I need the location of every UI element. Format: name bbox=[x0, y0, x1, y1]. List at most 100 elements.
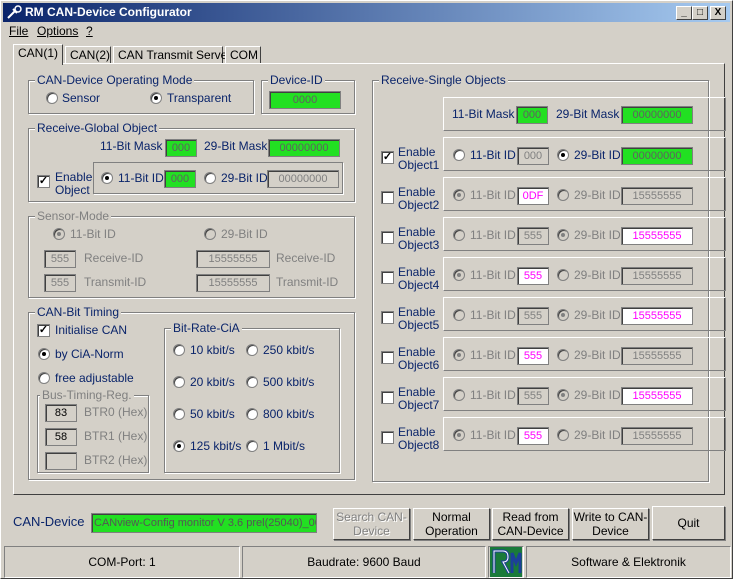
object-id11-radio[interactable] bbox=[453, 389, 465, 401]
write-to-device-button[interactable]: Write to CAN-Device bbox=[572, 508, 649, 540]
tab-com[interactable]: COM bbox=[225, 46, 261, 64]
quit-button[interactable]: Quit bbox=[652, 506, 725, 540]
bitrate-125-radio[interactable] bbox=[173, 440, 185, 452]
read-from-device-button[interactable]: Read from CAN-Device bbox=[492, 508, 569, 540]
object-id29-field[interactable]: 15555555 bbox=[621, 387, 693, 405]
object-id11-field[interactable]: 555 bbox=[517, 427, 549, 445]
sensor-mode-title: Sensor-Mode bbox=[35, 209, 112, 223]
bitrate-250-label: 250 kbit/s bbox=[263, 343, 315, 357]
global-mask11-field[interactable]: 000 bbox=[165, 139, 197, 157]
sensor-radio[interactable] bbox=[46, 92, 58, 104]
enable-object-checkbox[interactable] bbox=[381, 271, 394, 284]
object-id29-label: 29-Bit ID bbox=[574, 308, 621, 322]
object-id29-radio[interactable] bbox=[557, 429, 569, 441]
initialise-can-checkbox[interactable]: ✓ bbox=[37, 324, 50, 337]
transparent-radio[interactable] bbox=[150, 92, 162, 104]
object-id11-label: 11-Bit ID bbox=[470, 428, 516, 442]
object-id11-field[interactable]: 000 bbox=[517, 147, 549, 165]
object-id29-radio[interactable] bbox=[557, 189, 569, 201]
object-id29-radio[interactable] bbox=[557, 229, 569, 241]
menu-help[interactable]: ? bbox=[86, 24, 93, 38]
btr0-field[interactable]: 83 bbox=[45, 404, 77, 422]
object-id11-field[interactable]: 555 bbox=[517, 227, 549, 245]
object-id29-label: 29-Bit ID bbox=[574, 148, 621, 162]
object-id29-field[interactable]: 00000000 bbox=[621, 147, 693, 165]
normal-operation-button[interactable]: Normal Operation bbox=[413, 508, 490, 540]
by-cia-radio[interactable] bbox=[38, 348, 50, 360]
object-id11-field[interactable]: 555 bbox=[517, 387, 549, 405]
menu-options[interactable]: Options bbox=[37, 24, 78, 38]
global-id29-radio[interactable] bbox=[204, 172, 216, 184]
btr2-field[interactable] bbox=[45, 452, 77, 470]
object-id29-radio[interactable] bbox=[557, 349, 569, 361]
bitrate-1m-radio[interactable] bbox=[246, 440, 258, 452]
object-id11-field[interactable]: 555 bbox=[517, 267, 549, 285]
can-device-label: CAN-Device bbox=[13, 514, 85, 529]
bitrate-20-radio[interactable] bbox=[173, 376, 185, 388]
enable-object-checkbox[interactable] bbox=[381, 231, 394, 244]
global-id11-label: 11-Bit ID bbox=[118, 171, 164, 185]
sensor-tx11-field[interactable]: 555 bbox=[44, 274, 76, 292]
sensor-id11-radio[interactable] bbox=[53, 228, 65, 240]
sensor-rx29-field[interactable]: 15555555 bbox=[196, 250, 270, 268]
single-mask-panel: 11-Bit Mask 000 29-Bit Mask 00000000 bbox=[443, 97, 726, 131]
object-id29-field[interactable]: 15555555 bbox=[621, 427, 693, 445]
tab-can1[interactable]: CAN(1) bbox=[13, 44, 63, 65]
bitrate-250-radio[interactable] bbox=[246, 344, 258, 356]
title-bar[interactable]: RM CAN-Device Configurator _ □ X bbox=[3, 3, 730, 22]
object-id29-field[interactable]: 15555555 bbox=[621, 267, 693, 285]
enable-object-checkbox[interactable] bbox=[381, 431, 394, 444]
object-id11-radio[interactable] bbox=[453, 229, 465, 241]
enable-object-checkbox[interactable] bbox=[381, 351, 394, 364]
device-id-field[interactable]: 0000 bbox=[269, 91, 341, 109]
free-adjustable-radio[interactable] bbox=[38, 372, 50, 384]
object-id11-label: 11-Bit ID bbox=[470, 348, 516, 362]
object-id29-field[interactable]: 15555555 bbox=[621, 227, 693, 245]
close-button[interactable]: X bbox=[710, 6, 726, 20]
object-id11-field[interactable]: 555 bbox=[517, 307, 549, 325]
bitrate-50-radio[interactable] bbox=[173, 408, 185, 420]
object-id29-radio[interactable] bbox=[557, 269, 569, 281]
global-mask29-field[interactable]: 00000000 bbox=[268, 139, 340, 157]
global-enable-checkbox[interactable]: ✓ bbox=[37, 175, 50, 188]
object-id29-field[interactable]: 15555555 bbox=[621, 187, 693, 205]
single-mask29-field[interactable]: 00000000 bbox=[621, 106, 693, 124]
enable-object-checkbox[interactable] bbox=[381, 391, 394, 404]
minimize-button[interactable]: _ bbox=[676, 6, 692, 20]
global-id-panel: 11-Bit ID 000 29-Bit ID 00000000 bbox=[93, 162, 343, 194]
object-id11-field[interactable]: 555 bbox=[517, 347, 549, 365]
menu-file[interactable]: File bbox=[9, 24, 28, 38]
object-id29-radio[interactable] bbox=[557, 389, 569, 401]
maximize-button[interactable]: □ bbox=[692, 6, 708, 20]
object-id11-radio[interactable] bbox=[453, 269, 465, 281]
global-id29-field[interactable]: 00000000 bbox=[267, 170, 339, 188]
bitrate-500-radio[interactable] bbox=[246, 376, 258, 388]
object-id29-field[interactable]: 15555555 bbox=[621, 307, 693, 325]
enable-object-checkbox[interactable] bbox=[381, 191, 394, 204]
object-id29-radio[interactable] bbox=[557, 309, 569, 321]
single-mask11-field[interactable]: 000 bbox=[516, 106, 548, 124]
enable-object-checkbox[interactable]: ✓ bbox=[381, 151, 394, 164]
object-id11-radio[interactable] bbox=[453, 349, 465, 361]
can-device-field[interactable]: CANview-Config monitor V 3.6 prel(25040)… bbox=[91, 513, 317, 533]
tab-can2[interactable]: CAN(2) bbox=[65, 46, 111, 64]
object-id11-radio[interactable] bbox=[453, 309, 465, 321]
global-id11-radio[interactable] bbox=[101, 172, 113, 184]
global-id11-field[interactable]: 000 bbox=[164, 170, 196, 188]
bitrate-10-radio[interactable] bbox=[173, 344, 185, 356]
object-name-label: Object1 bbox=[398, 158, 440, 172]
enable-object-checkbox[interactable] bbox=[381, 311, 394, 324]
object-id11-radio[interactable] bbox=[453, 189, 465, 201]
object-id29-radio[interactable] bbox=[557, 149, 569, 161]
bitrate-800-radio[interactable] bbox=[246, 408, 258, 420]
tab-can-transmit-server[interactable]: CAN Transmit Server bbox=[113, 46, 231, 64]
sensor-rx11-field[interactable]: 555 bbox=[44, 250, 76, 268]
object-id29-field[interactable]: 15555555 bbox=[621, 347, 693, 365]
sensor-tx29-field[interactable]: 15555555 bbox=[196, 274, 270, 292]
sensor-id29-radio[interactable] bbox=[204, 228, 216, 240]
search-can-device-button[interactable]: Search CAN-Device bbox=[333, 508, 410, 540]
object-id11-radio[interactable] bbox=[453, 149, 465, 161]
object-id11-radio[interactable] bbox=[453, 429, 465, 441]
object-id11-field[interactable]: 0DF bbox=[517, 187, 549, 205]
btr1-field[interactable]: 58 bbox=[45, 428, 77, 446]
